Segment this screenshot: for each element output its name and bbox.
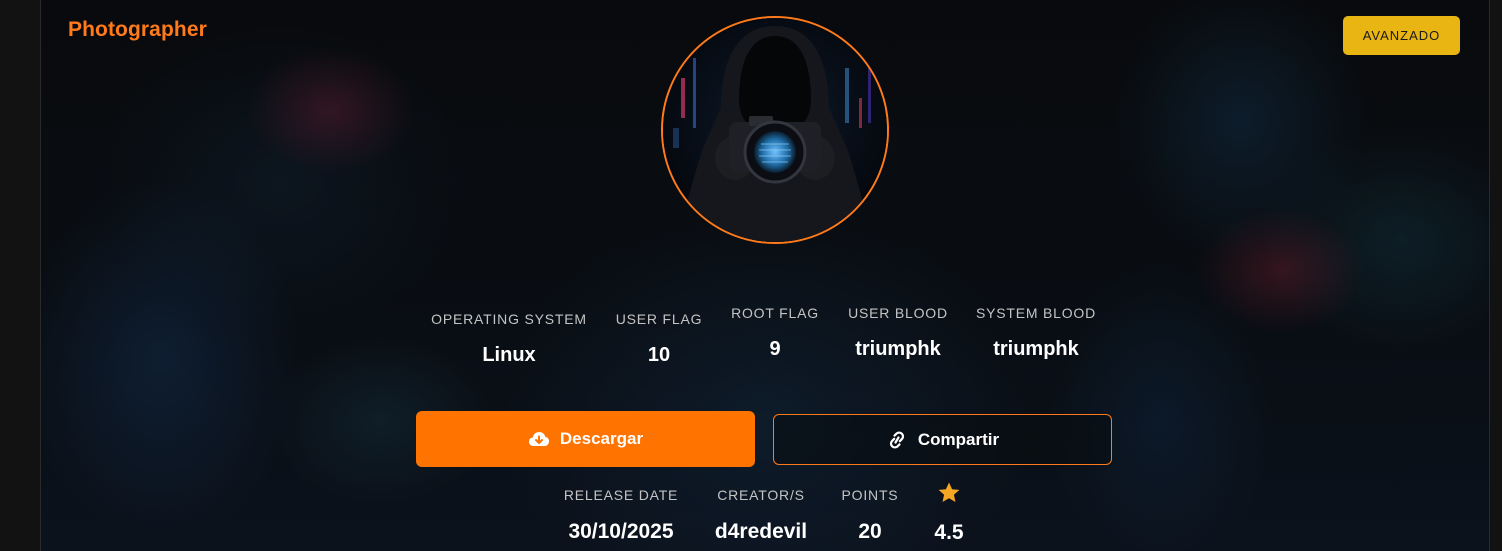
stat-value: 9 (769, 338, 781, 360)
hooded-photographer-image (663, 18, 887, 242)
stat-user-flag: USER FLAG 10 (609, 311, 709, 367)
machine-avatar (661, 16, 889, 244)
stat-label: USER FLAG (615, 311, 703, 327)
download-button[interactable]: Descargar (416, 411, 755, 467)
difficulty-badge[interactable]: AVANZADO (1343, 16, 1460, 55)
stat-system-blood: SYSTEM BLOOD triumphk (971, 305, 1101, 361)
detail-label: CREATOR/S (717, 487, 805, 503)
stat-label: OPERATING SYSTEM (431, 311, 587, 327)
detail-release-date: RELEASE DATE 30/10/2025 (553, 487, 689, 544)
stat-label: USER BLOOD (848, 305, 948, 321)
stat-label: ROOT FLAG (731, 305, 819, 321)
link-icon (886, 430, 908, 449)
download-label: Descargar (559, 429, 644, 448)
stat-value: triumphk (855, 338, 941, 360)
detail-value: d4redevil (714, 520, 808, 543)
share-label: Compartir (917, 429, 1000, 449)
detail-value: 20 (858, 520, 882, 543)
star-icon (919, 481, 979, 507)
stat-root-flag: ROOT FLAG 9 (725, 305, 825, 361)
stat-user-blood: USER BLOOD triumphk (837, 305, 959, 361)
rating-value: 4.5 (934, 521, 964, 544)
stat-value: triumphk (993, 338, 1079, 360)
share-button[interactable]: Compartir (773, 414, 1112, 465)
detail-creators: CREATOR/S d4redevil (705, 487, 817, 544)
stat-operating-system: OPERATING SYSTEM Linux (425, 311, 593, 367)
cloud-download-icon (528, 430, 550, 448)
machine-card: Photographer AVANZADO OPERATING SYSTEM L… (41, 0, 1489, 551)
left-rail (0, 0, 41, 551)
stat-value: Linux (482, 344, 536, 366)
stat-label: SYSTEM BLOOD (975, 305, 1097, 321)
stat-value: 10 (647, 344, 671, 366)
detail-label: POINTS (841, 487, 899, 503)
detail-points: POINTS 20 (831, 487, 909, 544)
detail-value: 30/10/2025 (568, 520, 674, 543)
detail-rating: 4.5 (919, 481, 979, 545)
right-rail (1489, 0, 1502, 551)
machine-title: Photographer (68, 18, 207, 41)
detail-label: RELEASE DATE (563, 487, 679, 503)
